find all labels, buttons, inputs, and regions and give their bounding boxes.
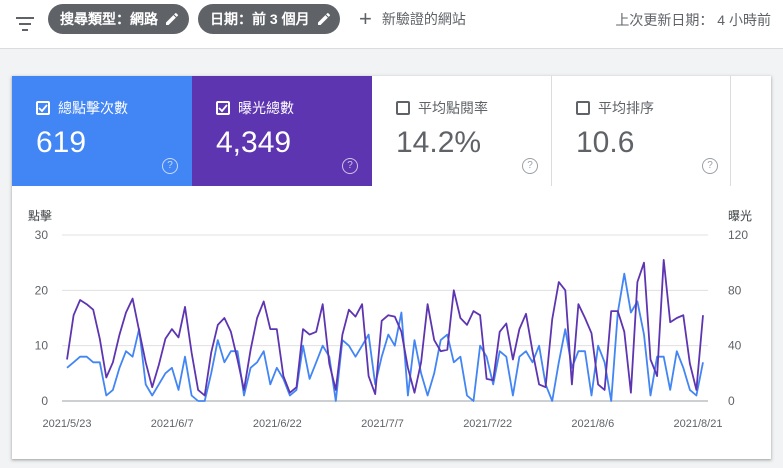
metric-value: 14.2%: [396, 126, 482, 159]
x-tick-label: 2021/6/7: [151, 418, 194, 430]
new-comparison-label: 新驗證的網站: [381, 11, 466, 27]
y-tick-left: 20: [35, 283, 49, 297]
metric-total-clicks[interactable]: 總點擊次數 619 ?: [12, 76, 192, 186]
metric-value: 619: [36, 126, 87, 159]
metric-value: 10.6: [576, 126, 635, 159]
y-tick-right: 120: [728, 228, 748, 242]
search-type-chip[interactable]: 搜尋類型：網路: [48, 4, 189, 34]
x-tick-label: 2021/5/23: [43, 418, 92, 430]
y-axis-right-label: 曝光: [728, 209, 752, 223]
performance-chart: 點擊 曝光 30 120 20 80 10 40 0 0 2021/5/23 2021/6/7 2021…: [28, 208, 752, 430]
series-line-left: [66, 272, 704, 402]
performance-card: 總點擊次數 619 ? 曝光總數 4,349 ? 平均點閱率 14.2% ? 平…: [12, 76, 771, 459]
date-chip[interactable]: 日期：前 3 個月: [198, 4, 340, 34]
pencil-icon[interactable]: [316, 11, 332, 27]
y-tick-right: 80: [728, 283, 742, 297]
new-comparison-button[interactable]: + 新驗證的網站: [359, 6, 466, 32]
metric-label: 平均排序: [598, 100, 654, 116]
x-tick-label: 2021/6/22: [253, 418, 302, 430]
x-tick-label: 2021/7/22: [463, 418, 512, 430]
x-tick-label: 2021/7/7: [361, 418, 404, 430]
checkbox-unchecked-icon[interactable]: [396, 101, 410, 115]
y-tick-right: 0: [728, 394, 735, 408]
checkbox-unchecked-icon[interactable]: [576, 101, 590, 115]
search-type-chip-label: 搜尋類型：網路: [60, 11, 158, 27]
metric-label: 平均點閱率: [418, 100, 488, 116]
plus-icon: +: [359, 6, 372, 31]
help-icon[interactable]: ?: [702, 158, 718, 174]
metric-label: 曝光總數: [238, 100, 294, 116]
help-icon[interactable]: ?: [342, 158, 358, 174]
metric-average-position[interactable]: 平均排序 10.6 ?: [552, 76, 731, 186]
date-chip-label: 日期：前 3 個月: [210, 11, 310, 27]
y-axis-left-label: 點擊: [28, 208, 52, 223]
metric-header: 曝光總數: [216, 98, 294, 118]
help-icon[interactable]: ?: [162, 158, 178, 174]
checkbox-checked-icon[interactable]: [36, 101, 50, 115]
metric-header: 總點擊次數: [36, 98, 128, 118]
help-icon[interactable]: ?: [522, 158, 538, 174]
y-tick-right: 40: [728, 339, 742, 353]
x-tick-label: 2021/8/21: [674, 418, 723, 430]
metric-label: 總點擊次數: [58, 100, 128, 116]
checkbox-checked-icon[interactable]: [216, 101, 230, 115]
y-tick-left: 30: [35, 228, 49, 242]
x-tick-label: 2021/8/6: [571, 418, 614, 430]
y-tick-left: 10: [35, 339, 49, 353]
filter-icon[interactable]: [15, 14, 35, 34]
last-updated-text: 上次更新日期： 4 小時前: [615, 12, 771, 28]
metric-average-ctr[interactable]: 平均點閱率 14.2% ?: [372, 76, 552, 186]
metric-header: 平均點閱率: [396, 98, 488, 118]
top-toolbar: 搜尋類型：網路 日期：前 3 個月 + 新驗證的網站 上次更新日期： 4 小時前: [0, 0, 783, 49]
metric-header: 平均排序: [576, 98, 654, 118]
pencil-icon[interactable]: [164, 11, 180, 27]
metric-value: 4,349: [216, 126, 292, 159]
y-tick-left: 0: [41, 394, 48, 408]
metric-total-impressions[interactable]: 曝光總數 4,349 ?: [192, 76, 372, 186]
